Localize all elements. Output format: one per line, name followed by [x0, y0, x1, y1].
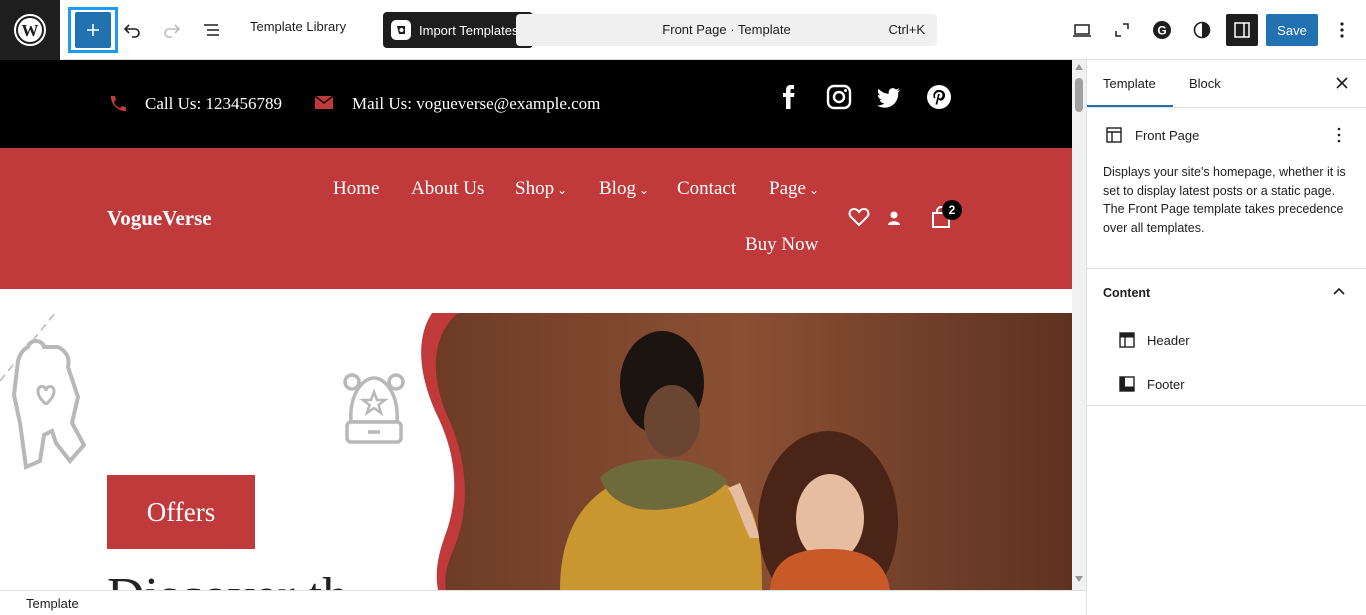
nav-item-buy-now[interactable]: Buy Now: [745, 234, 818, 256]
scrollbar-thumb[interactable]: [1075, 78, 1083, 112]
baby-romper-icon: [0, 312, 87, 470]
template-library-button[interactable]: Template Library: [250, 19, 346, 34]
canvas-scrollbar[interactable]: [1072, 60, 1086, 590]
editor-toolbar: W Template Library Import Templates Fron…: [0, 0, 1366, 60]
divider: [1087, 268, 1366, 269]
nav-item-shop[interactable]: Shop ⌄: [515, 178, 567, 200]
footer-part-icon: [1119, 376, 1135, 392]
nav-item-page[interactable]: Page ⌄: [769, 178, 819, 200]
cart-count-badge: 2: [942, 200, 962, 220]
header-part-icon: [1119, 332, 1135, 348]
template-part-footer[interactable]: Footer: [1147, 377, 1185, 392]
tab-block[interactable]: Block: [1189, 76, 1221, 91]
close-icon[interactable]: [1333, 74, 1351, 92]
mail-us-text: Mail Us: vogueverse@example.com: [352, 94, 601, 113]
editor-canvas[interactable]: Call Us: 123456789 Mail Us: vogueverse@e…: [0, 60, 1072, 590]
content-panel-heading[interactable]: Content: [1103, 286, 1150, 300]
plugin-button[interactable]: G: [1142, 10, 1182, 50]
template-part-header[interactable]: Header: [1147, 333, 1190, 348]
import-logo-icon: [391, 20, 411, 40]
block-breadcrumb-bar: Template: [0, 590, 1086, 615]
instagram-icon[interactable]: [826, 84, 852, 110]
divider: [1087, 405, 1366, 406]
more-vertical-icon: [1340, 22, 1344, 38]
expand-icon: [1115, 23, 1129, 37]
undo-icon: [123, 24, 140, 38]
command-shortcut: Ctrl+K: [888, 22, 925, 37]
chevron-down-icon: ⌄: [808, 183, 819, 197]
styles-button[interactable]: [1182, 10, 1222, 50]
baby-hat-icon: [343, 373, 405, 444]
facebook-icon[interactable]: [776, 84, 802, 110]
sidebar-icon: [1234, 22, 1250, 38]
layout-icon: [1106, 127, 1122, 143]
import-templates-button[interactable]: Import Templates: [383, 12, 533, 48]
hero-section[interactable]: Offers Discover th: [0, 289, 1072, 590]
more-vertical-icon[interactable]: [1331, 126, 1347, 144]
document-overview-button[interactable]: [192, 10, 232, 50]
chevron-down-icon: ⌄: [638, 183, 650, 197]
heart-icon[interactable]: [848, 207, 870, 227]
import-templates-label: Import Templates: [419, 22, 519, 38]
breadcrumb-template[interactable]: Template: [26, 596, 79, 611]
svg-text:G: G: [1157, 24, 1166, 38]
command-palette-bar[interactable]: Front Page · Template Ctrl+K: [516, 14, 937, 46]
document-title: Front Page · Template: [662, 22, 791, 37]
list-view-icon: [204, 24, 219, 36]
plus-icon: [87, 24, 99, 36]
settings-toggle-button[interactable]: [1226, 14, 1258, 46]
site-title[interactable]: VogueVerse: [107, 206, 212, 231]
svg-text:W: W: [22, 21, 39, 40]
save-button[interactable]: Save: [1266, 14, 1318, 46]
chevron-down-icon: ⌄: [557, 183, 568, 197]
options-button[interactable]: [1322, 10, 1362, 50]
template-description: Displays your site's homepage, whether i…: [1103, 165, 1346, 235]
sidebar-tabs: Template Block: [1087, 60, 1366, 108]
site-top-bar[interactable]: Call Us: 123456789 Mail Us: vogueverse@e…: [0, 60, 1072, 148]
nav-item-contact[interactable]: Contact: [677, 178, 736, 200]
contrast-icon: [1193, 21, 1211, 39]
user-icon[interactable]: [886, 210, 902, 226]
chevron-up-icon[interactable]: [1331, 284, 1347, 298]
active-tab-indicator: [1087, 105, 1173, 107]
laptop-icon: [1073, 24, 1091, 37]
add-block-button-focus[interactable]: [68, 7, 118, 53]
device-preview-button[interactable]: [1062, 10, 1102, 50]
gear-g-icon: G: [1153, 21, 1171, 39]
pinterest-icon[interactable]: [926, 84, 952, 110]
undo-button[interactable]: [112, 10, 152, 50]
tab-template[interactable]: Template: [1103, 76, 1156, 91]
hero-heading[interactable]: Discover th: [107, 567, 348, 590]
zoom-out-button[interactable]: [1102, 10, 1142, 50]
settings-sidebar: Template Block Front Page Displays your …: [1086, 60, 1366, 615]
template-name: Front Page: [1135, 128, 1200, 143]
scroll-down-icon[interactable]: [1075, 576, 1083, 582]
nav-item-blog[interactable]: Blog ⌄: [599, 178, 649, 200]
phone-icon: [110, 96, 126, 112]
site-header[interactable]: VogueVerse Home About Us Shop ⌄ Blog ⌄ Con…: [0, 148, 1072, 289]
offers-badge[interactable]: Offers: [107, 475, 255, 549]
mail-icon: [314, 95, 334, 109]
nav-item-about-us[interactable]: About Us: [411, 178, 484, 200]
redo-button[interactable]: [152, 10, 192, 50]
wordpress-logo-icon[interactable]: W: [0, 0, 60, 60]
add-block-button[interactable]: [75, 12, 111, 48]
call-us-text: Call Us: 123456789: [145, 94, 282, 113]
hero-photo: [410, 313, 1072, 590]
redo-icon: [164, 24, 181, 38]
nav-item-home[interactable]: Home: [333, 178, 379, 200]
twitter-icon[interactable]: [876, 84, 902, 110]
scroll-up-icon[interactable]: [1075, 64, 1083, 70]
